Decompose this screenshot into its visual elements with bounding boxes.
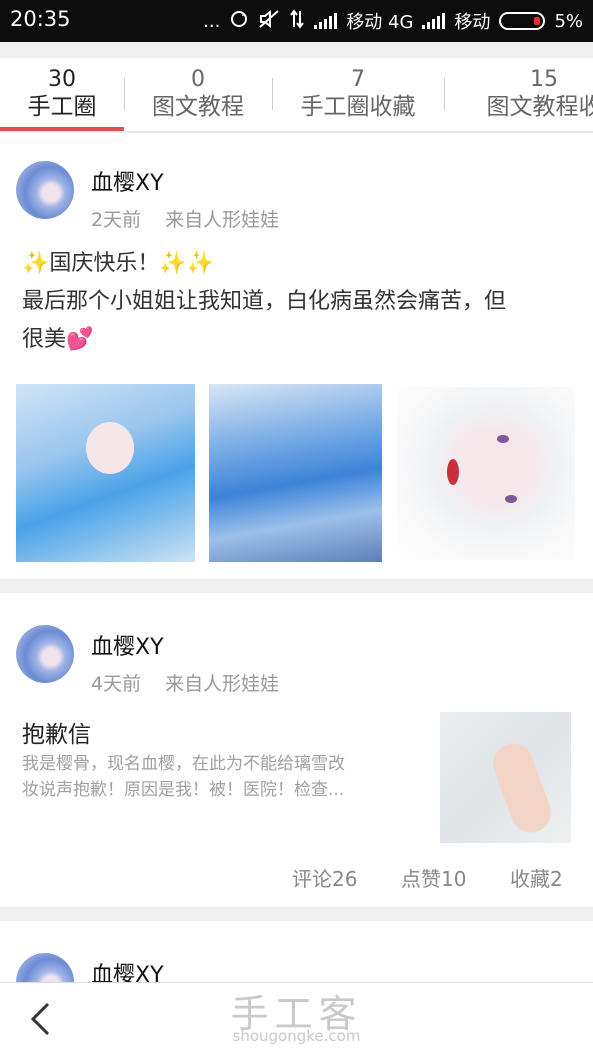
tab-label: 图文教程 (152, 94, 244, 120)
post-image[interactable] (209, 384, 382, 562)
post-summary: 我是樱骨，现名血樱，在此为不能给璃雪改 妆说声抱歉！原因是我！被！医院！检查..… (22, 751, 412, 803)
post-card[interactable]: 血樱XY (0, 921, 593, 982)
tab-circle-favorites[interactable]: 7 手工圈收藏 (272, 58, 444, 131)
avatar[interactable] (16, 953, 74, 982)
doll-face (86, 422, 134, 474)
carrier-2: 移动 (454, 12, 491, 33)
bottom-bar: 手工客 shougongke.com (0, 982, 593, 1054)
author-name[interactable]: 血樱XY (91, 629, 164, 661)
comments-count[interactable]: 评论26 (292, 863, 357, 892)
watermark-en: shougongke.com (232, 1027, 361, 1045)
carrier-1: 移动 4G (346, 12, 414, 33)
post-card[interactable]: 血樱XY 2天前 来自人形娃娃 ✨国庆快乐！✨✨ 最后那个小姐姐让我知道，白化病虽… (0, 133, 593, 579)
profile-tabs: 30 手工圈 0 图文教程 7 手工圈收藏 15 图文教程收 (0, 58, 593, 132)
active-tab-indicator (0, 127, 124, 131)
post-source[interactable]: 来自人形娃娃 (165, 209, 279, 231)
sparkle-icon: ✨ (22, 251, 50, 276)
author-name[interactable]: 血樱XY (91, 957, 164, 982)
author-name[interactable]: 血樱XY (91, 165, 164, 197)
favorites-count[interactable]: 收藏2 (510, 863, 563, 892)
tab-handcraft-circle[interactable]: 30 手工圈 (0, 58, 124, 131)
summary-line: 妆说声抱歉！原因是我！被！医院！检查... (22, 780, 345, 800)
tab-tutorial-favorites[interactable]: 15 图文教程收 (444, 58, 593, 131)
tab-label: 手工圈收藏 (300, 94, 416, 120)
hearts-icon: 💕 (66, 327, 94, 352)
battery-level: 5% (554, 10, 583, 32)
mute-icon (258, 9, 280, 34)
tab-count: 15 (530, 67, 558, 92)
hand-shape (487, 737, 557, 839)
battery-icon (499, 12, 546, 30)
post-title[interactable]: 抱歉信 (22, 715, 91, 749)
post-time: 4天前 (91, 673, 142, 695)
post-image[interactable] (397, 387, 575, 560)
post-line-1: ✨国庆快乐！✨✨ (22, 245, 506, 283)
tab-count: 30 (48, 67, 76, 92)
avatar[interactable] (16, 625, 74, 683)
data-arrows-icon (289, 8, 305, 34)
tab-count: 0 (191, 67, 205, 92)
summary-line: 我是樱骨，现名血樱，在此为不能给璃雪改 (22, 754, 345, 774)
post-source[interactable]: 来自人形娃娃 (165, 673, 279, 695)
post-card[interactable]: 血樱XY 4天前 来自人形娃娃 抱歉信 我是樱骨，现名血樱，在此为不能给璃雪改 妆… (0, 593, 593, 907)
status-time: 20:35 (10, 7, 71, 31)
post-time: 2天前 (91, 209, 142, 231)
post-thumbnail[interactable] (440, 712, 571, 843)
sparkle-icon: ✨✨ (159, 251, 215, 276)
more-dots: ... (203, 10, 221, 32)
tab-label: 手工圈 (27, 94, 97, 120)
likes-count[interactable]: 点赞10 (401, 863, 466, 892)
status-bar: 20:35 ... 移动 4G 移动 5% (0, 0, 593, 42)
post-line-2: 最后那个小姐姐让我知道，白化病虽然会痛苦，但 (22, 289, 507, 314)
tab-count: 7 (351, 67, 365, 92)
post-image[interactable] (16, 384, 195, 562)
post-line-1-text: 国庆快乐！ (49, 251, 160, 276)
eye-shape (497, 435, 509, 443)
tab-tutorials[interactable]: 0 图文教程 (124, 58, 272, 131)
tab-label: 图文教程收 (486, 94, 593, 120)
avatar[interactable] (16, 161, 74, 219)
post-line-3: 很美💕 (22, 321, 506, 359)
post-meta: 2天前 来自人形娃娃 (91, 205, 279, 232)
post-meta: 4天前 来自人形娃娃 (91, 669, 279, 696)
signal-icon (314, 13, 338, 29)
post-body: ✨国庆快乐！✨✨ 最后那个小姐姐让我知道，白化病虽然会痛苦，但 很美💕 (22, 245, 506, 359)
sync-icon (229, 9, 249, 34)
top-spacer (0, 42, 593, 58)
post-line-3-text: 很美 (22, 327, 67, 352)
lip-shape (447, 459, 459, 485)
signal-icon-2 (422, 13, 446, 29)
status-icons: ... 移动 4G 移动 5% (203, 8, 583, 34)
eye-shape (505, 495, 517, 503)
